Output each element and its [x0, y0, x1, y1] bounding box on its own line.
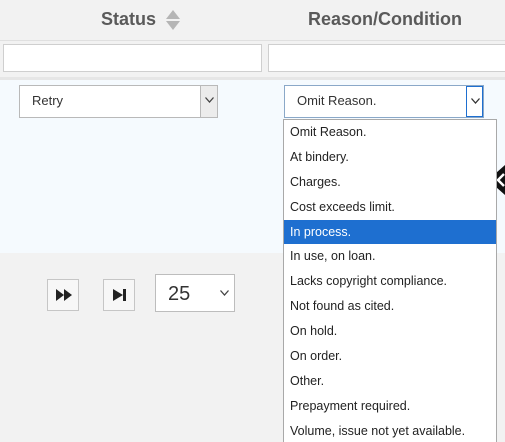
last-page-button[interactable]: [103, 279, 135, 311]
sort-up-down-icon[interactable]: [166, 9, 180, 31]
reason-dropdown-list: Omit Reason. At bindery. Charges. Cost exce…: [283, 119, 497, 442]
reason-option[interactable]: Other.: [284, 369, 496, 394]
reason-option[interactable]: Lacks copyright compliance.: [284, 269, 496, 294]
status-column-header[interactable]: Status: [101, 9, 156, 30]
filter-row: [0, 41, 505, 80]
reason-option[interactable]: Prepayment required.: [284, 394, 496, 419]
reason-option[interactable]: Charges.: [284, 170, 496, 195]
grid-header: Status Reason/Condition: [0, 0, 505, 41]
fast-forward-icon: [56, 289, 72, 301]
status-select-value: Retry: [32, 93, 64, 108]
reason-option[interactable]: In use, on loan.: [284, 244, 496, 269]
reason-option[interactable]: Omit Reason.: [284, 120, 496, 145]
reason-option[interactable]: Volume, issue not yet available.: [284, 419, 496, 442]
reason-option[interactable]: On order.: [284, 344, 496, 369]
reason-option[interactable]: At bindery.: [284, 145, 496, 170]
reason-select[interactable]: Omit Reason.: [284, 85, 484, 118]
chevron-down-icon: [471, 98, 480, 104]
reason-select-arrow[interactable]: [466, 86, 483, 117]
reason-option[interactable]: In process.: [284, 219, 496, 245]
reason-column-header[interactable]: Reason/Condition: [308, 9, 462, 30]
status-select-arrow[interactable]: [200, 86, 217, 117]
chevron-down-icon: [220, 290, 229, 296]
next-page-button[interactable]: [47, 279, 79, 311]
skip-to-end-icon: [113, 289, 126, 301]
status-select[interactable]: Retry: [19, 85, 218, 118]
page-size-value: 25: [168, 283, 191, 305]
reason-option[interactable]: Not found as cited.: [284, 294, 496, 319]
reason-filter-input[interactable]: [268, 44, 505, 72]
reason-select-value: Omit Reason.: [297, 93, 377, 108]
reason-option[interactable]: On hold.: [284, 319, 496, 344]
page-size-select[interactable]: 25: [155, 274, 235, 312]
status-filter-input[interactable]: [3, 44, 262, 72]
chevron-down-icon: [205, 97, 214, 103]
reason-option[interactable]: Cost exceeds limit.: [284, 195, 496, 220]
